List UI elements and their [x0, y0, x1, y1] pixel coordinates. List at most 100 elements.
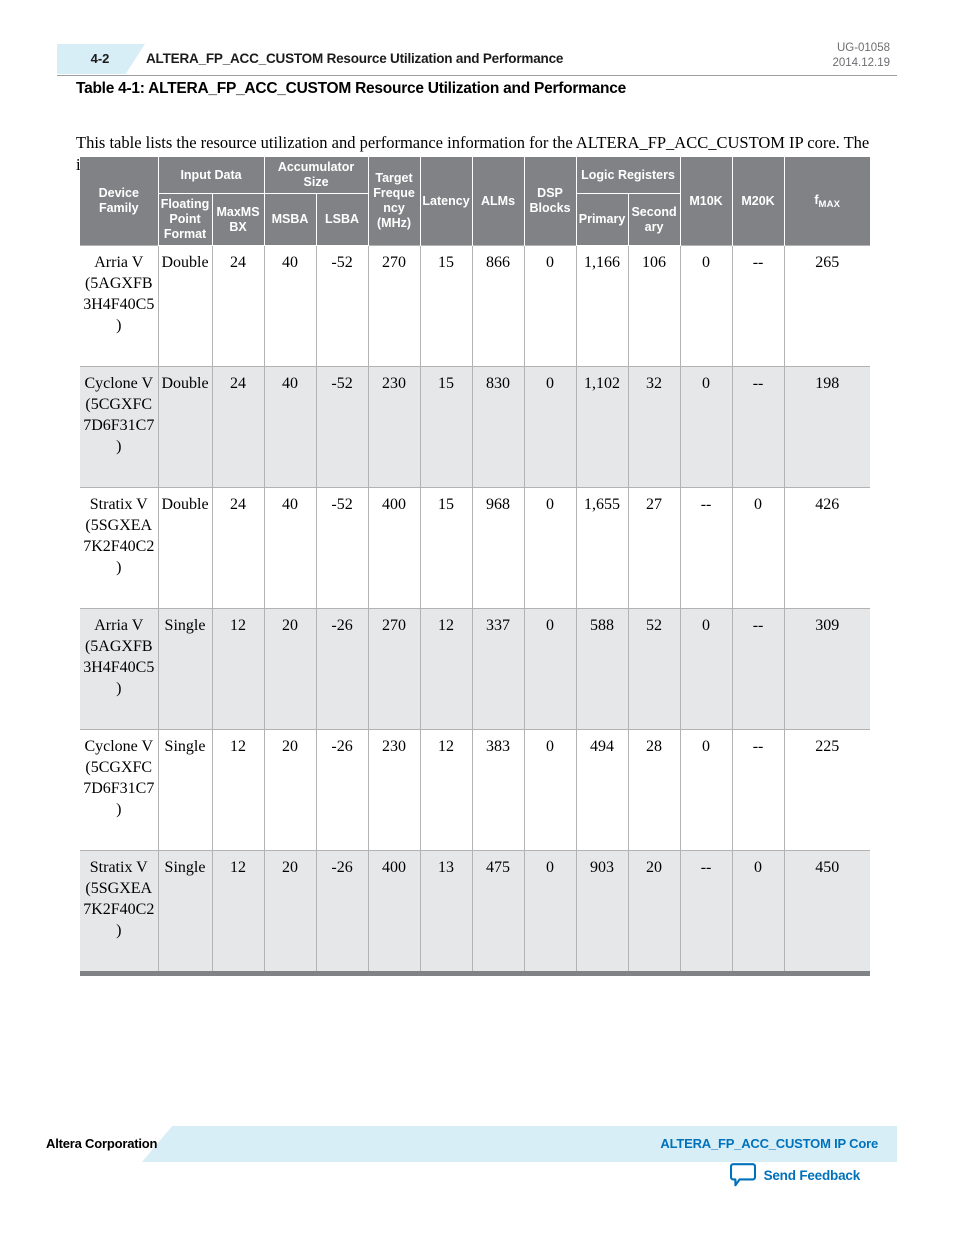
footer-doc-link[interactable]: ALTERA_FP_ACC_CUSTOM IP Core — [660, 1136, 878, 1151]
page-number: 4-2 — [90, 51, 110, 66]
th-latency: Latency — [419, 157, 473, 246]
th-target-frequency: Target Frequency (MHz) — [367, 157, 421, 246]
cell-lsba: -52 — [315, 245, 369, 367]
cell-primary: 1,102 — [575, 366, 629, 488]
cell-floating-point-format: Single — [157, 729, 212, 851]
cell-m10k: 0 — [679, 366, 733, 488]
cell-maxmsbx: 24 — [211, 366, 265, 488]
th-input-data: Input Data — [157, 157, 265, 194]
cell-primary: 494 — [575, 729, 629, 851]
cell-m10k: 0 — [679, 608, 733, 730]
cell-alms: 337 — [471, 608, 525, 730]
cell-m20k: -- — [731, 366, 785, 488]
cell-floating-point-format: Single — [157, 608, 212, 730]
cell-secondary: 106 — [627, 245, 681, 367]
cell-target-frequency: 270 — [367, 245, 421, 367]
cell-floating-point-format: Double — [157, 487, 212, 609]
cell-m20k: -- — [731, 608, 785, 730]
cell-lsba: -52 — [315, 366, 369, 488]
cell-dsp-blocks: 0 — [523, 366, 577, 488]
cell-lsba: -52 — [315, 487, 369, 609]
cell-target-frequency: 230 — [367, 366, 421, 488]
cell-msba: 20 — [263, 608, 317, 730]
document-date: 2014.12.19 — [832, 57, 890, 69]
cell-fmax: 450 — [783, 850, 871, 976]
cell-msba: 20 — [263, 729, 317, 851]
cell-m10k: -- — [679, 487, 733, 609]
send-feedback-button[interactable]: Send Feedback — [729, 1162, 861, 1188]
cell-lsba: -26 — [315, 608, 369, 730]
cell-m20k: -- — [731, 729, 785, 851]
cell-fmax: 309 — [783, 608, 871, 730]
table-row: Arria V (5AGXFB3H4F40C5) Double 24 40 -52 270… — [80, 245, 871, 367]
cell-m10k: -- — [679, 850, 733, 976]
cell-target-frequency: 270 — [367, 608, 421, 730]
th-dsp-blocks: DSP Blocks — [523, 157, 577, 246]
cell-primary: 1,166 — [575, 245, 629, 367]
table-row: Cyclone V (5CGXFC7D6F31C7) Double 24 40 -52 2… — [80, 366, 871, 488]
cell-m20k: 0 — [731, 850, 785, 976]
cell-secondary: 52 — [627, 608, 681, 730]
fmax-subscript: MAX — [818, 199, 841, 210]
table-body: Arria V (5AGXFB3H4F40C5) Double 24 40 -52 270… — [80, 245, 871, 976]
cell-latency: 15 — [419, 245, 473, 367]
cell-lsba: -26 — [315, 729, 369, 851]
th-lsba: LSBA — [315, 193, 369, 246]
cell-device-family: Stratix V (5SGXEA7K2F40C2) — [80, 487, 158, 609]
cell-secondary: 20 — [627, 850, 681, 976]
cell-msba: 40 — [263, 245, 317, 367]
th-msba: MSBA — [263, 193, 317, 246]
cell-target-frequency: 230 — [367, 729, 421, 851]
cell-alms: 475 — [471, 850, 525, 976]
cell-msba: 20 — [263, 850, 317, 976]
cell-fmax: 265 — [783, 245, 871, 367]
cell-device-family: Cyclone V (5CGXFC7D6F31C7) — [80, 366, 158, 488]
cell-m10k: 0 — [679, 245, 733, 367]
document-id-block: UG-01058 2014.12.19 — [832, 41, 890, 71]
footer-corporation: Altera Corporation — [46, 1136, 158, 1151]
cell-maxmsbx: 12 — [211, 729, 265, 851]
cell-alms: 383 — [471, 729, 525, 851]
page-header: 4-2 ALTERA_FP_ACC_CUSTOM Resource Utiliz… — [0, 0, 954, 80]
cell-fmax: 198 — [783, 366, 871, 488]
cell-device-family: Cyclone V (5CGXFC7D6F31C7) — [80, 729, 158, 851]
cell-msba: 40 — [263, 366, 317, 488]
cell-dsp-blocks: 0 — [523, 245, 577, 367]
cell-m20k: -- — [731, 245, 785, 367]
cell-primary: 588 — [575, 608, 629, 730]
document-id: UG-01058 — [836, 42, 890, 54]
cell-alms: 866 — [471, 245, 525, 367]
cell-primary: 903 — [575, 850, 629, 976]
resource-utilization-table-wrapper: Device Family Input Data Accumulator Siz… — [80, 157, 871, 976]
cell-maxmsbx: 24 — [211, 487, 265, 609]
th-secondary: Secondary — [627, 193, 681, 246]
table-row: Cyclone V (5CGXFC7D6F31C7) Single 12 20 -26 2… — [80, 729, 871, 851]
cell-latency: 15 — [419, 487, 473, 609]
speech-bubble-icon — [729, 1162, 756, 1188]
header-divider — [57, 75, 897, 76]
cell-target-frequency: 400 — [367, 487, 421, 609]
cell-dsp-blocks: 0 — [523, 850, 577, 976]
cell-secondary: 32 — [627, 366, 681, 488]
cell-device-family: Arria V (5AGXFB3H4F40C5) — [80, 608, 158, 730]
send-feedback-label: Send Feedback — [763, 1167, 861, 1183]
table-row: Arria V (5AGXFB3H4F40C5) Single 12 20 -26 270… — [80, 608, 871, 730]
th-device-family: Device Family — [80, 157, 158, 246]
th-alms: ALMs — [471, 157, 525, 246]
cell-alms: 968 — [471, 487, 525, 609]
resource-utilization-table: Device Family Input Data Accumulator Siz… — [80, 157, 871, 976]
cell-secondary: 28 — [627, 729, 681, 851]
th-logic-registers: Logic Registers — [575, 157, 681, 194]
cell-device-family: Arria V (5AGXFB3H4F40C5) — [80, 245, 158, 367]
cell-primary: 1,655 — [575, 487, 629, 609]
header-title: ALTERA_FP_ACC_CUSTOM Resource Utilizatio… — [146, 51, 564, 66]
table-caption: Table 4-1: ALTERA_FP_ACC_CUSTOM Resource… — [76, 80, 627, 97]
table-header-row-group: Device Family Input Data Accumulator Siz… — [80, 157, 871, 246]
cell-dsp-blocks: 0 — [523, 729, 577, 851]
cell-lsba: -26 — [315, 850, 369, 976]
th-floating-point-format: Floating Point Format — [157, 193, 212, 246]
cell-maxmsbx: 12 — [211, 608, 265, 730]
cell-dsp-blocks: 0 — [523, 608, 577, 730]
cell-maxmsbx: 24 — [211, 245, 265, 367]
th-accumulator-size: Accumulator Size — [263, 157, 369, 194]
